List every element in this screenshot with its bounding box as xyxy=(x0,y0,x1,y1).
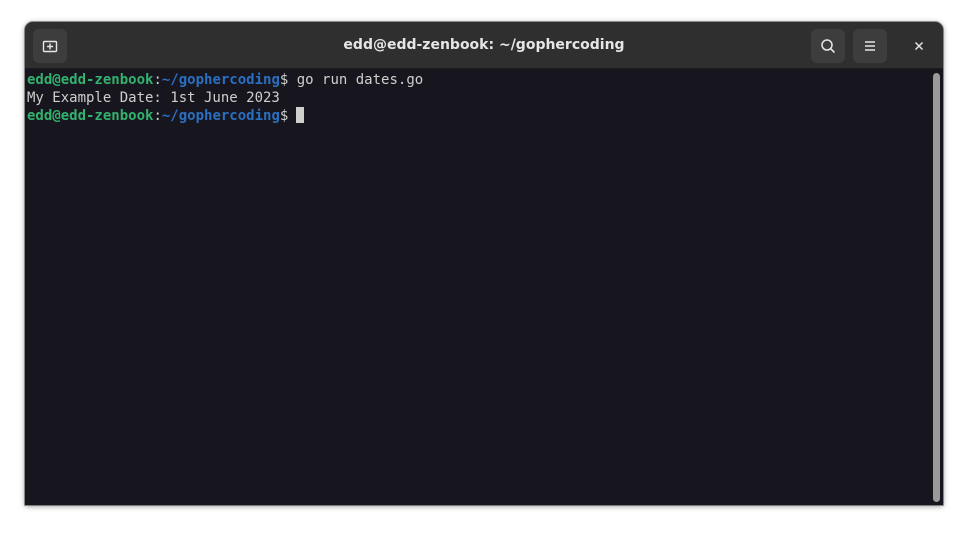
terminal-line: edd@edd-zenbook:~/gophercoding$ xyxy=(27,107,929,125)
prompt-separator: : xyxy=(153,108,162,124)
terminal-window: edd@edd-zenbook: ~/gophercoding edd@edd-… xyxy=(25,22,943,505)
search-button[interactable] xyxy=(811,29,845,63)
prompt-user: edd@edd-zenbook xyxy=(27,72,154,88)
main-menu-button[interactable] xyxy=(853,29,887,63)
scrollbar-thumb[interactable] xyxy=(933,73,940,502)
prompt-symbol: $ xyxy=(279,108,289,124)
prompt-separator: : xyxy=(153,72,162,88)
command-output: My Example Date: 1st June 2023 xyxy=(27,90,280,106)
text-cursor xyxy=(296,107,305,123)
terminal-output[interactable]: edd@edd-zenbook:~/gophercoding$ go run d… xyxy=(25,69,929,505)
close-button[interactable] xyxy=(902,29,936,63)
terminal-line: My Example Date: 1st June 2023 xyxy=(27,89,929,107)
search-icon xyxy=(821,39,835,53)
hamburger-menu-icon xyxy=(865,41,875,51)
scrollbar[interactable] xyxy=(929,69,943,505)
terminal-line: edd@edd-zenbook:~/gophercoding$ go run d… xyxy=(27,71,929,89)
window-title: edd@edd-zenbook: ~/gophercoding xyxy=(343,37,625,53)
prompt-path: ~/gophercoding xyxy=(161,72,280,88)
prompt-user: edd@edd-zenbook xyxy=(27,108,154,124)
prompt-path: ~/gophercoding xyxy=(161,108,280,124)
command-text: go run dates.go xyxy=(288,72,424,88)
close-icon xyxy=(914,41,924,51)
header-bar: edd@edd-zenbook: ~/gophercoding xyxy=(25,22,943,69)
